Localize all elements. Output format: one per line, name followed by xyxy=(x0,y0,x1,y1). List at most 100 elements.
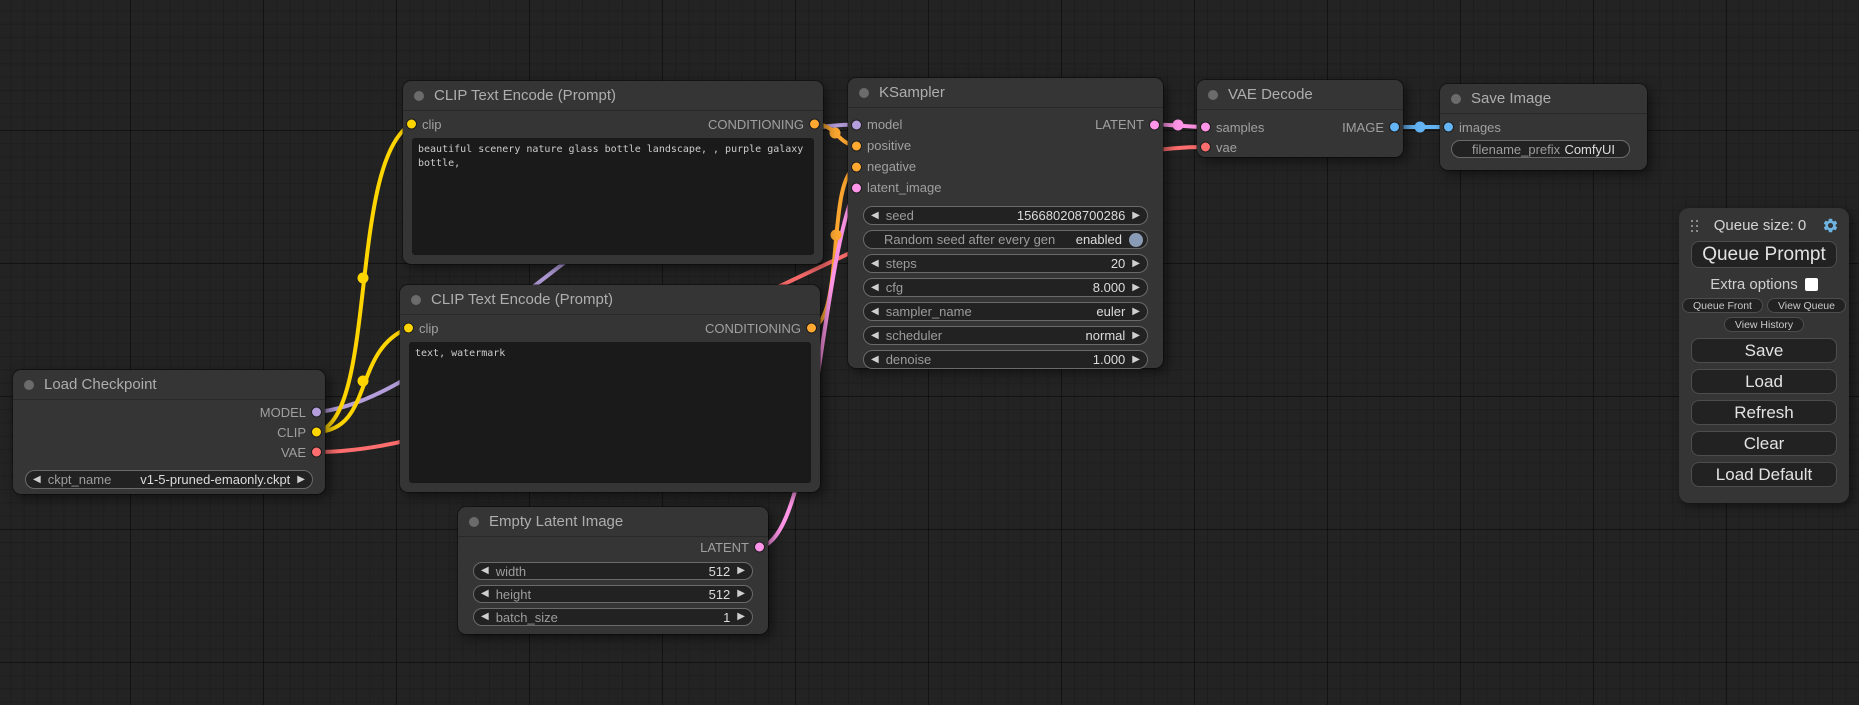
denoise-widget[interactable]: ◀ denoise 1.000 ▶ xyxy=(863,350,1148,369)
negative-input-port[interactable] xyxy=(852,162,861,171)
conditioning-output-port[interactable] xyxy=(810,120,819,129)
link-dot xyxy=(1173,120,1184,131)
toggle-indicator-icon[interactable] xyxy=(1129,233,1143,247)
width-widget[interactable]: ◀ width 512 ▶ xyxy=(473,562,753,580)
node-vae-decode[interactable]: VAE Decode samples IMAGE vae xyxy=(1197,80,1403,157)
extra-options-checkbox[interactable] xyxy=(1805,278,1818,291)
latent-image-input-port[interactable] xyxy=(852,183,861,192)
refresh-button[interactable]: Refresh xyxy=(1691,400,1837,425)
node-title: CLIP Text Encode (Prompt) xyxy=(431,291,613,308)
images-input-port[interactable] xyxy=(1444,123,1453,132)
vae-input-port[interactable] xyxy=(1201,143,1210,152)
model-input-port[interactable] xyxy=(852,120,861,129)
batch-size-widget[interactable]: ◀ batch_size 1 ▶ xyxy=(473,608,753,626)
load-button[interactable]: Load xyxy=(1691,369,1837,394)
view-history-button[interactable]: View History xyxy=(1724,317,1804,332)
latent-output-port[interactable] xyxy=(1150,120,1159,129)
node-title-bar[interactable]: CLIP Text Encode (Prompt) xyxy=(403,81,823,111)
output-label: CONDITIONING xyxy=(705,321,801,336)
link-dot xyxy=(830,128,841,139)
increase-arrow-icon[interactable]: ▶ xyxy=(1132,259,1140,269)
increase-arrow-icon[interactable]: ▶ xyxy=(1132,355,1140,365)
prompt-textarea[interactable]: text, watermark xyxy=(409,342,811,483)
collapse-dot-icon[interactable] xyxy=(859,88,869,98)
scheduler-widget[interactable]: ◀ scheduler normal ▶ xyxy=(863,326,1148,345)
widget-label: Random seed after every gen xyxy=(884,232,1055,247)
collapse-dot-icon[interactable] xyxy=(1208,90,1218,100)
decrease-arrow-icon[interactable]: ◀ xyxy=(871,355,879,365)
node-load-checkpoint[interactable]: Load Checkpoint MODEL CLIP VAE ◀ ckpt_na… xyxy=(13,370,325,494)
samples-input-port[interactable] xyxy=(1201,123,1210,132)
node-save-image[interactable]: Save Image images filename_prefix ComfyU… xyxy=(1440,84,1647,170)
settings-gear-icon[interactable] xyxy=(1822,217,1839,234)
queue-front-button[interactable]: Queue Front xyxy=(1682,298,1763,313)
clip-output-port[interactable] xyxy=(312,428,321,437)
increase-arrow-icon[interactable]: ▶ xyxy=(1132,211,1140,221)
random-seed-widget[interactable]: Random seed after every gen enabled xyxy=(863,230,1148,249)
decrease-arrow-icon[interactable]: ◀ xyxy=(871,331,879,341)
increase-arrow-icon[interactable]: ▶ xyxy=(737,566,745,576)
node-title-bar[interactable]: VAE Decode xyxy=(1197,80,1403,110)
widget-label: steps xyxy=(886,256,917,271)
collapse-dot-icon[interactable] xyxy=(24,380,34,390)
save-button[interactable]: Save xyxy=(1691,338,1837,363)
load-default-button[interactable]: Load Default xyxy=(1691,462,1837,487)
node-title-bar[interactable]: Save Image xyxy=(1440,84,1647,114)
increase-arrow-icon[interactable]: ▶ xyxy=(1132,307,1140,317)
collapse-dot-icon[interactable] xyxy=(1451,94,1461,104)
sampler-name-widget[interactable]: ◀ sampler_name euler ▶ xyxy=(863,302,1148,321)
increase-arrow-icon[interactable]: ▶ xyxy=(1132,331,1140,341)
decrease-arrow-icon[interactable]: ◀ xyxy=(871,307,879,317)
slot-row-model: model LATENT xyxy=(848,114,1163,135)
vae-output-port[interactable] xyxy=(312,448,321,457)
node-title: Empty Latent Image xyxy=(489,513,623,530)
model-output-port[interactable] xyxy=(312,408,321,417)
image-output-port[interactable] xyxy=(1390,123,1399,132)
steps-widget[interactable]: ◀ steps 20 ▶ xyxy=(863,254,1148,273)
widget-value: 1 xyxy=(723,610,730,625)
increase-arrow-icon[interactable]: ▶ xyxy=(1132,283,1140,293)
input-label: clip xyxy=(422,117,442,132)
increase-arrow-icon[interactable]: ▶ xyxy=(737,612,745,622)
ckpt-name-widget[interactable]: ◀ ckpt_name v1-5-pruned-emaonly.ckpt ▶ xyxy=(25,470,313,489)
decrease-arrow-icon[interactable]: ◀ xyxy=(871,283,879,293)
node-empty-latent-image[interactable]: Empty Latent Image LATENT ◀ width 512 ▶ … xyxy=(458,507,768,634)
conditioning-output-port[interactable] xyxy=(807,324,816,333)
height-widget[interactable]: ◀ height 512 ▶ xyxy=(473,585,753,603)
node-clip-text-encode-positive[interactable]: CLIP Text Encode (Prompt) clip CONDITION… xyxy=(403,81,823,264)
positive-input-port[interactable] xyxy=(852,141,861,150)
node-title-bar[interactable]: Load Checkpoint xyxy=(13,370,325,400)
decrease-arrow-icon[interactable]: ◀ xyxy=(481,612,489,622)
decrease-arrow-icon[interactable]: ◀ xyxy=(33,475,41,485)
clip-input-port[interactable] xyxy=(407,120,416,129)
link-dot xyxy=(358,376,369,387)
node-clip-text-encode-negative[interactable]: CLIP Text Encode (Prompt) clip CONDITION… xyxy=(400,285,820,492)
clip-input-port[interactable] xyxy=(404,324,413,333)
menu-header: Queue size: 0 xyxy=(1679,208,1849,234)
view-queue-button[interactable]: View Queue xyxy=(1767,298,1846,313)
decrease-arrow-icon[interactable]: ◀ xyxy=(481,589,489,599)
cfg-widget[interactable]: ◀ cfg 8.000 ▶ xyxy=(863,278,1148,297)
widget-value: enabled xyxy=(1076,232,1122,247)
filename-prefix-widget[interactable]: filename_prefix ComfyUI xyxy=(1451,140,1630,158)
widget-label: denoise xyxy=(886,352,932,367)
node-title-bar[interactable]: Empty Latent Image xyxy=(458,507,768,537)
clear-button[interactable]: Clear xyxy=(1691,431,1837,456)
comfyui-canvas[interactable]: { "colors": { "model": "#B39DDB", "clip"… xyxy=(0,0,1859,705)
increase-arrow-icon[interactable]: ▶ xyxy=(737,589,745,599)
collapse-dot-icon[interactable] xyxy=(411,295,421,305)
increase-arrow-icon[interactable]: ▶ xyxy=(297,475,305,485)
drag-handle-icon[interactable] xyxy=(1691,220,1698,232)
decrease-arrow-icon[interactable]: ◀ xyxy=(871,211,879,221)
node-ksampler[interactable]: KSampler model LATENT positive negative … xyxy=(848,78,1163,368)
decrease-arrow-icon[interactable]: ◀ xyxy=(481,566,489,576)
queue-prompt-button[interactable]: Queue Prompt xyxy=(1691,241,1837,268)
node-title-bar[interactable]: CLIP Text Encode (Prompt) xyxy=(400,285,820,315)
latent-output-port[interactable] xyxy=(755,543,764,552)
collapse-dot-icon[interactable] xyxy=(469,517,479,527)
seed-widget[interactable]: ◀ seed 156680208700286 ▶ xyxy=(863,206,1148,225)
prompt-textarea[interactable]: beautiful scenery nature glass bottle la… xyxy=(412,138,814,255)
node-title-bar[interactable]: KSampler xyxy=(848,78,1163,108)
decrease-arrow-icon[interactable]: ◀ xyxy=(871,259,879,269)
collapse-dot-icon[interactable] xyxy=(414,91,424,101)
